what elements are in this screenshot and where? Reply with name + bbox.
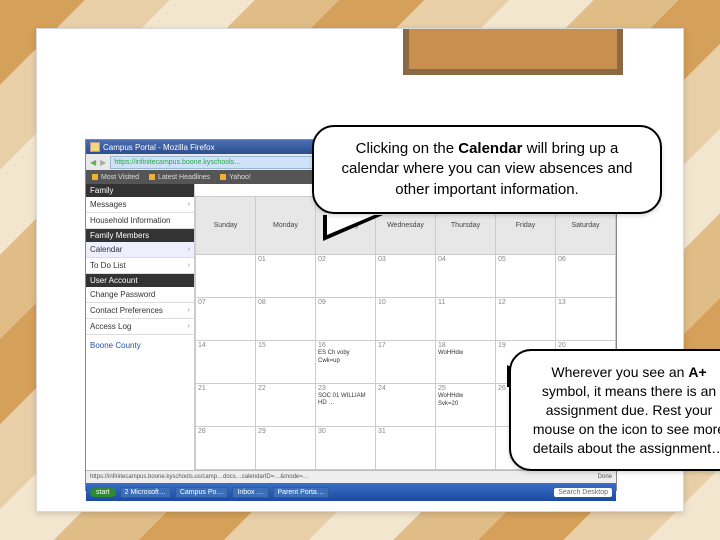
taskbar-item[interactable]: Parent Porta… bbox=[273, 487, 329, 498]
status-url: https://infinitecampus.boone.kyschools.u… bbox=[90, 474, 309, 480]
sidebar-item-todo[interactable]: To Do List › bbox=[86, 258, 194, 274]
chevron-right-icon: › bbox=[188, 201, 190, 208]
cal-cell[interactable]: 03 bbox=[376, 255, 436, 298]
cal-cell[interactable]: 22 bbox=[256, 384, 316, 427]
taskbar-item[interactable]: Campus Po… bbox=[175, 487, 229, 498]
cal-cell[interactable]: 04 bbox=[436, 255, 496, 298]
sidebar-head-family: Family bbox=[86, 184, 194, 197]
sidebar-label: To Do List bbox=[90, 261, 126, 270]
callout-bold: A+ bbox=[688, 364, 706, 380]
sidebar-item-changepw[interactable]: Change Password bbox=[86, 287, 194, 303]
cal-cell[interactable]: 17 bbox=[376, 341, 436, 384]
sidebar-head-members: Family Members bbox=[86, 229, 194, 242]
day-header: Monday bbox=[256, 197, 316, 255]
day-header: Sunday bbox=[196, 197, 256, 255]
cal-cell[interactable]: 11 bbox=[436, 298, 496, 341]
slide-decoration bbox=[403, 29, 623, 75]
firefox-icon bbox=[90, 142, 100, 152]
portal-sidebar: Family Messages › Household Information F… bbox=[86, 184, 195, 470]
sidebar-link-district[interactable]: Boone County bbox=[86, 335, 194, 356]
cal-cell[interactable]: 23SOC 01 WILLIAM HD … bbox=[316, 384, 376, 427]
cal-event: Cwk=up bbox=[318, 358, 373, 365]
windows-taskbar: start 2 Microsoft… Campus Po… Inbox … Pa… bbox=[86, 483, 616, 501]
slide-card: Campus Portal - Mozilla Firefox ◀ ▶ http… bbox=[36, 28, 684, 512]
cal-cell[interactable]: 16ES Ch vobyCwk=up bbox=[316, 341, 376, 384]
callout-bold: Calendar bbox=[458, 140, 522, 157]
cal-cell[interactable]: 01 bbox=[256, 255, 316, 298]
url-text: https://infinitecampus.boone.kyschools… bbox=[114, 159, 241, 166]
system-tray: Search Desktop bbox=[554, 488, 612, 497]
cal-event: WoHHdw bbox=[438, 393, 493, 400]
chevron-right-icon: › bbox=[188, 323, 190, 330]
cal-cell[interactable]: 09 bbox=[316, 298, 376, 341]
cal-cell[interactable] bbox=[196, 255, 256, 298]
cal-cell[interactable]: 06 bbox=[556, 255, 616, 298]
callout-assignment: Wherever you see an A+ symbol, it means … bbox=[509, 349, 720, 471]
sidebar-label: Messages bbox=[90, 200, 126, 209]
sidebar-label: Access Log bbox=[90, 322, 131, 331]
sidebar-item-access[interactable]: Access Log › bbox=[86, 319, 194, 335]
cal-cell[interactable]: 29 bbox=[256, 427, 316, 470]
status-done: Done bbox=[598, 474, 612, 480]
sidebar-label: Household Information bbox=[90, 216, 171, 225]
cal-cell[interactable]: 24 bbox=[376, 384, 436, 427]
sidebar-item-calendar[interactable]: Calendar › bbox=[86, 242, 194, 258]
bookmark-yahoo[interactable]: Yahoo! bbox=[220, 174, 251, 181]
cal-cell[interactable]: 15 bbox=[256, 341, 316, 384]
sidebar-item-household[interactable]: Household Information bbox=[86, 213, 194, 229]
sidebar-label: Calendar bbox=[90, 245, 122, 254]
cal-event: Svk=20 bbox=[438, 401, 493, 408]
callout-calendar: Clicking on the Calendar will bring up a… bbox=[312, 125, 662, 214]
cal-cell[interactable]: 10 bbox=[376, 298, 436, 341]
chevron-right-icon: › bbox=[188, 262, 190, 269]
start-button[interactable]: start bbox=[90, 488, 116, 497]
chevron-right-icon: › bbox=[188, 246, 190, 253]
cal-cell[interactable]: 25WoHHdwSvk=20 bbox=[436, 384, 496, 427]
sidebar-head-account: User Account bbox=[86, 274, 194, 287]
chevron-right-icon: › bbox=[188, 307, 190, 314]
cal-cell[interactable]: 08 bbox=[256, 298, 316, 341]
cal-cell[interactable]: 14 bbox=[196, 341, 256, 384]
cal-cell[interactable]: 13 bbox=[556, 298, 616, 341]
sidebar-item-messages[interactable]: Messages › bbox=[86, 197, 194, 213]
forward-icon[interactable]: ▶ bbox=[100, 158, 106, 167]
back-icon[interactable]: ◀ bbox=[90, 158, 96, 167]
taskbar-item[interactable]: Inbox … bbox=[232, 487, 268, 498]
cal-event: SOC 01 WILLIAM HD … bbox=[318, 393, 373, 406]
bookmark-headlines[interactable]: Latest Headlines bbox=[149, 174, 210, 181]
cal-event: ES Ch voby bbox=[318, 350, 373, 357]
callout-text: symbol, it means there is an assignment … bbox=[533, 383, 720, 456]
taskbar-item[interactable]: 2 Microsoft… bbox=[120, 487, 171, 498]
cal-cell[interactable]: 07 bbox=[196, 298, 256, 341]
sidebar-item-contact[interactable]: Contact Preferences › bbox=[86, 303, 194, 319]
cal-event: WoHHdw bbox=[438, 350, 493, 357]
cal-cell[interactable]: 02 bbox=[316, 255, 376, 298]
cal-cell[interactable]: 18WoHHdw bbox=[436, 341, 496, 384]
cal-cell[interactable]: 12 bbox=[496, 298, 556, 341]
sidebar-label: Change Password bbox=[90, 290, 155, 299]
browser-status-bar: https://infinitecampus.boone.kyschools.u… bbox=[86, 470, 616, 483]
cal-cell[interactable] bbox=[436, 427, 496, 470]
callout-text: Wherever you see an bbox=[551, 364, 688, 380]
sidebar-label: Contact Preferences bbox=[90, 306, 163, 315]
bookmark-most-visited[interactable]: Most Visited bbox=[92, 174, 139, 181]
cal-cell[interactable]: 30 bbox=[316, 427, 376, 470]
callout-text: Clicking on the bbox=[356, 140, 459, 157]
cal-cell[interactable]: 28 bbox=[196, 427, 256, 470]
cal-cell[interactable]: 21 bbox=[196, 384, 256, 427]
callout-tail-fill bbox=[327, 213, 379, 235]
cal-cell[interactable]: 05 bbox=[496, 255, 556, 298]
search-desktop[interactable]: Search Desktop bbox=[554, 488, 612, 497]
window-title: Campus Portal - Mozilla Firefox bbox=[103, 143, 215, 152]
cal-cell[interactable]: 31 bbox=[376, 427, 436, 470]
